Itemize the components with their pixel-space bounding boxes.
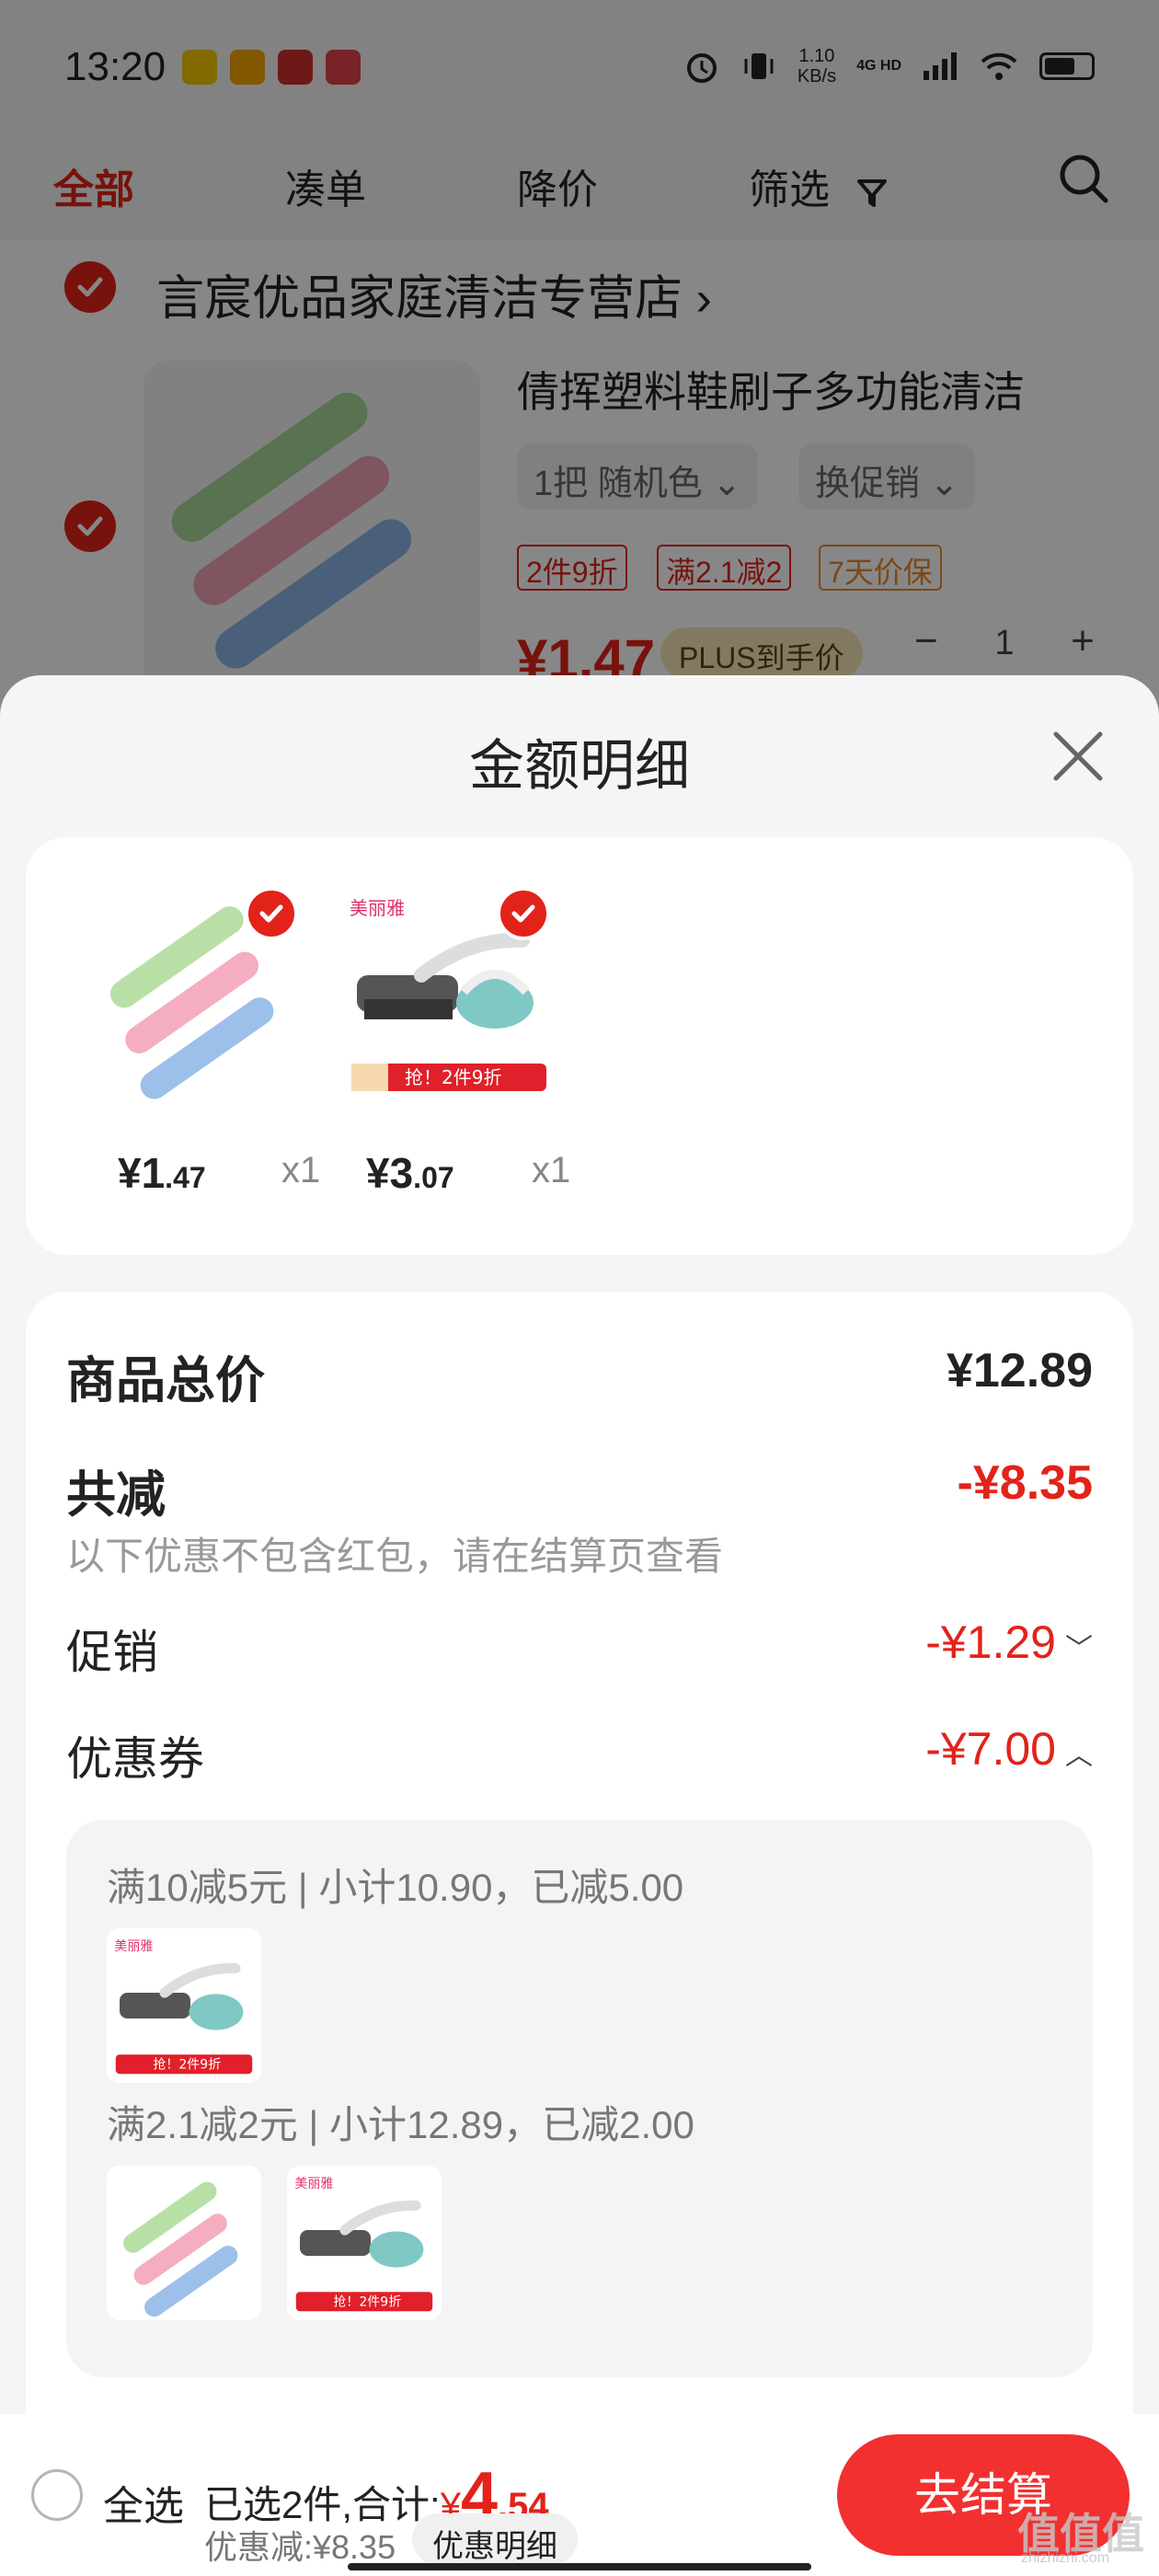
item-quantity: x1 — [281, 1150, 321, 1190]
coupon-product-thumbnail: 美丽雅 抢！2件9折 — [107, 1928, 261, 2083]
sheet-title: 金额明细 — [469, 735, 690, 797]
checkmark-icon — [511, 904, 535, 923]
svg-text:美丽雅: 美丽雅 — [114, 1939, 153, 1954]
svg-text:抢！2件9折: 抢！2件9折 — [405, 1066, 501, 1088]
select-all-checkbox[interactable] — [31, 2469, 83, 2521]
chevron-down-icon: ﹀ — [1065, 1633, 1093, 1664]
discount-note: 以下优惠不包含红包，请在结算页查看 — [66, 1535, 724, 1578]
total-discount-label: 共减 — [66, 1467, 166, 1523]
coupon-rule: 满2.1减2元 | 小计12.89，已减2.00 — [107, 2103, 694, 2146]
item-price: ¥1.47 — [118, 1149, 206, 1197]
svg-text:美丽雅: 美丽雅 — [294, 2177, 333, 2191]
item-price: ¥3.07 — [366, 1149, 454, 1197]
coupon-product-thumbnail — [107, 2166, 261, 2320]
checkout-bar: 全选 已选2件,合计:¥4.54 优惠减:¥8.35 优惠明细 去结算 — [0, 2414, 1159, 2576]
total-price-value: ¥12.89 — [946, 1344, 1093, 1397]
shoe-brush-image — [123, 2181, 238, 2317]
promo-label: 促销 — [66, 1627, 158, 1678]
price-breakdown-card: 商品总价 ¥12.89 共减 -¥8.35 以下优惠不包含红包，请在结算页查看 … — [26, 1292, 1133, 2576]
coupon-label: 优惠券 — [66, 1733, 204, 1785]
coupon-row-toggle[interactable]: -¥7.00 ︿ — [925, 1722, 1093, 1776]
home-indicator[interactable] — [348, 2563, 811, 2570]
brand-logo: 美丽雅 — [350, 897, 405, 919]
promo-row-toggle[interactable]: -¥1.29 ﹀ — [925, 1616, 1093, 1669]
watermark-url: zhizhizhi.com — [1021, 2550, 1110, 2566]
coupon-rule: 满10减5元 | 小计10.90，已减5.00 — [107, 1866, 684, 1909]
discount-detail-button[interactable]: 优惠明细 — [412, 2513, 578, 2565]
item-checked-icon — [245, 887, 298, 940]
close-icon[interactable] — [1049, 727, 1107, 786]
select-all-label[interactable]: 全选 — [103, 2473, 184, 2532]
svg-text:抢！2件9折: 抢！2件9折 — [333, 2294, 401, 2310]
amount-detail-sheet: 金额明细 ¥1.47 x1 美丽雅 抢！2件9折 ¥3.07 x1 商品总价 ¥… — [0, 675, 1159, 2576]
checkmark-icon — [259, 904, 283, 923]
total-price-label: 商品总价 — [66, 1353, 265, 1409]
item-checked-icon — [497, 887, 550, 940]
modal-overlay[interactable] — [0, 0, 1159, 699]
brush-set-image: 美丽雅 抢！2件9折 — [114, 1939, 253, 2075]
discount-summary: 优惠减:¥8.35 — [204, 2528, 396, 2566]
item-quantity: x1 — [532, 1150, 571, 1190]
svg-text:抢！2件9折: 抢！2件9折 — [153, 2057, 221, 2073]
selected-items-card: ¥1.47 x1 美丽雅 抢！2件9折 ¥3.07 x1 — [26, 837, 1133, 1255]
brush-set-image: 美丽雅 抢！2件9折 — [294, 2177, 433, 2312]
coupon-product-thumbnail: 美丽雅 抢！2件9折 — [287, 2166, 442, 2320]
total-discount-value: -¥8.35 — [957, 1456, 1093, 1510]
coupon-detail-box: 满10减5元 | 小计10.90，已减5.00 美丽雅 抢！2件9折 满2.1减… — [66, 1820, 1093, 2377]
chevron-up-icon: ︿ — [1065, 1740, 1093, 1771]
